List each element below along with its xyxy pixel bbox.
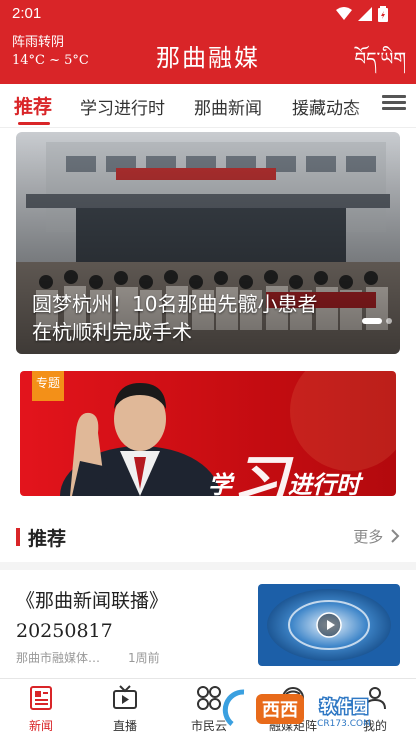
status-time: 2:01 xyxy=(12,5,42,22)
section-accent-bar xyxy=(16,528,20,546)
news-title: 《那曲新闻联播》 20250817 xyxy=(16,586,246,646)
svg-text:CR173.COM: CR173.COM xyxy=(317,719,371,729)
app-header: 阵雨转阴 14°C ~ 5°C 那曲融媒 བོད་ཡིག xyxy=(0,28,416,84)
channel-tab-bar: 推荐 学习进行时 那曲新闻 援藏动态 xyxy=(0,84,416,128)
tv-icon xyxy=(113,685,137,709)
tab-naqu-news[interactable]: 那曲新闻 xyxy=(194,94,262,119)
tab-fade xyxy=(350,84,380,126)
topic-text-big: 学 xyxy=(208,471,232,496)
svg-text:西西: 西西 xyxy=(262,700,298,721)
banner-caption-line2: 在杭顺利完成手术 xyxy=(32,320,192,344)
topic-card-title: 学习进行时 xyxy=(208,429,360,496)
nav-live[interactable]: 直播 xyxy=(90,685,160,734)
news-list-item[interactable]: 《那曲新闻联播》 20250817 那曲市融媒体… 1周前 xyxy=(0,578,416,678)
weather-temperature: 14°C ~ 5°C xyxy=(12,53,89,68)
topic-card-study[interactable]: 专题 学习进行时 xyxy=(20,371,396,496)
nav-label-news: 新闻 xyxy=(28,719,53,733)
site-watermark-logo: 西西 软件园 CR173.COM xyxy=(222,689,371,731)
carousel-dot-active[interactable] xyxy=(362,318,382,324)
news-title-line1: 《那曲新闻联播》 xyxy=(16,590,169,612)
carousel-dot[interactable] xyxy=(386,318,392,324)
headline-banner[interactable]: 圆梦杭州！10名那曲先髋小患者 在杭顺利完成手术 xyxy=(16,132,400,354)
signal-icon xyxy=(358,7,372,21)
more-link[interactable]: 更多 xyxy=(353,526,400,547)
nav-label-live: 直播 xyxy=(112,719,137,733)
menu-line xyxy=(382,107,406,110)
tab-study[interactable]: 学习进行时 xyxy=(80,94,165,119)
news-icon xyxy=(30,686,52,710)
news-source: 那曲市融媒体… xyxy=(16,651,101,665)
channel-menu-button[interactable] xyxy=(382,92,406,116)
menu-line xyxy=(382,101,406,104)
svg-text:软件园: 软件园 xyxy=(320,697,368,716)
chevron-right-icon xyxy=(391,529,400,543)
section-title: 推荐 xyxy=(28,528,67,550)
status-icons xyxy=(336,6,388,22)
play-icon[interactable] xyxy=(324,619,336,631)
weather-widget[interactable]: 阵雨转阴 14°C ~ 5°C xyxy=(12,34,89,70)
news-thumbnail[interactable] xyxy=(258,584,400,666)
topic-text-big2: 习 xyxy=(232,450,288,496)
topic-badge: 专题 xyxy=(32,371,64,401)
carousel-indicator xyxy=(362,318,392,324)
topic-text-rest: 进行时 xyxy=(288,471,360,496)
active-tab-indicator xyxy=(18,122,50,125)
more-label: 更多 xyxy=(353,528,384,546)
section-header-recommend: 推荐 更多 xyxy=(0,518,416,554)
banner-caption: 圆梦杭州！10名那曲先髋小患者 在杭顺利完成手术 xyxy=(32,290,332,346)
section-divider xyxy=(0,562,416,570)
banner-caption-line1: 圆梦杭州！10名那曲先髋小患者 xyxy=(32,292,318,316)
wifi-icon xyxy=(336,7,352,20)
battery-icon xyxy=(378,6,388,22)
status-bar: 2:01 xyxy=(0,0,416,28)
menu-line xyxy=(382,95,406,98)
news-title-line2: 20250817 xyxy=(16,620,113,642)
cloud-icon xyxy=(197,686,221,710)
news-time: 1周前 xyxy=(128,651,160,665)
language-switch-button[interactable]: བོད་ཡིག xyxy=(355,40,406,90)
tab-recommend[interactable]: 推荐 xyxy=(14,92,52,119)
nav-news[interactable]: 新闻 xyxy=(6,685,76,734)
weather-condition: 阵雨转阴 xyxy=(12,35,65,50)
